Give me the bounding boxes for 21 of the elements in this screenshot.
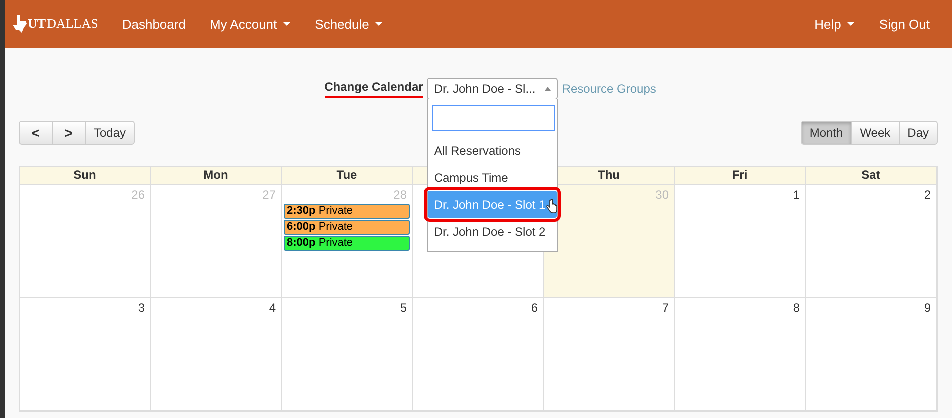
day-number: 9: [923, 300, 932, 317]
weekday-header: Tue: [282, 167, 413, 185]
day-number: 4: [268, 300, 277, 317]
weekday-header: Sat: [806, 167, 937, 185]
day-number: 30: [654, 187, 670, 204]
day-number: 26: [130, 187, 146, 204]
day-number: 1: [792, 187, 801, 204]
day-number: 5: [399, 300, 408, 317]
day-number: 7: [661, 300, 670, 317]
day-number: 28: [392, 187, 408, 204]
weekday-header: Mon: [151, 167, 282, 185]
logo-text: DALLAS: [47, 16, 98, 32]
weekday-header: Fri: [675, 167, 806, 185]
day-number: 6: [530, 300, 539, 317]
day-number: 8: [792, 300, 801, 317]
change-calendar-label: Change Calendar: [324, 80, 424, 98]
day-number: 3: [137, 300, 146, 317]
day-number: 27: [262, 187, 277, 204]
logo-mark: UT: [28, 16, 46, 32]
day-number: 2: [923, 187, 932, 204]
weekday-header: Sun: [20, 167, 151, 185]
